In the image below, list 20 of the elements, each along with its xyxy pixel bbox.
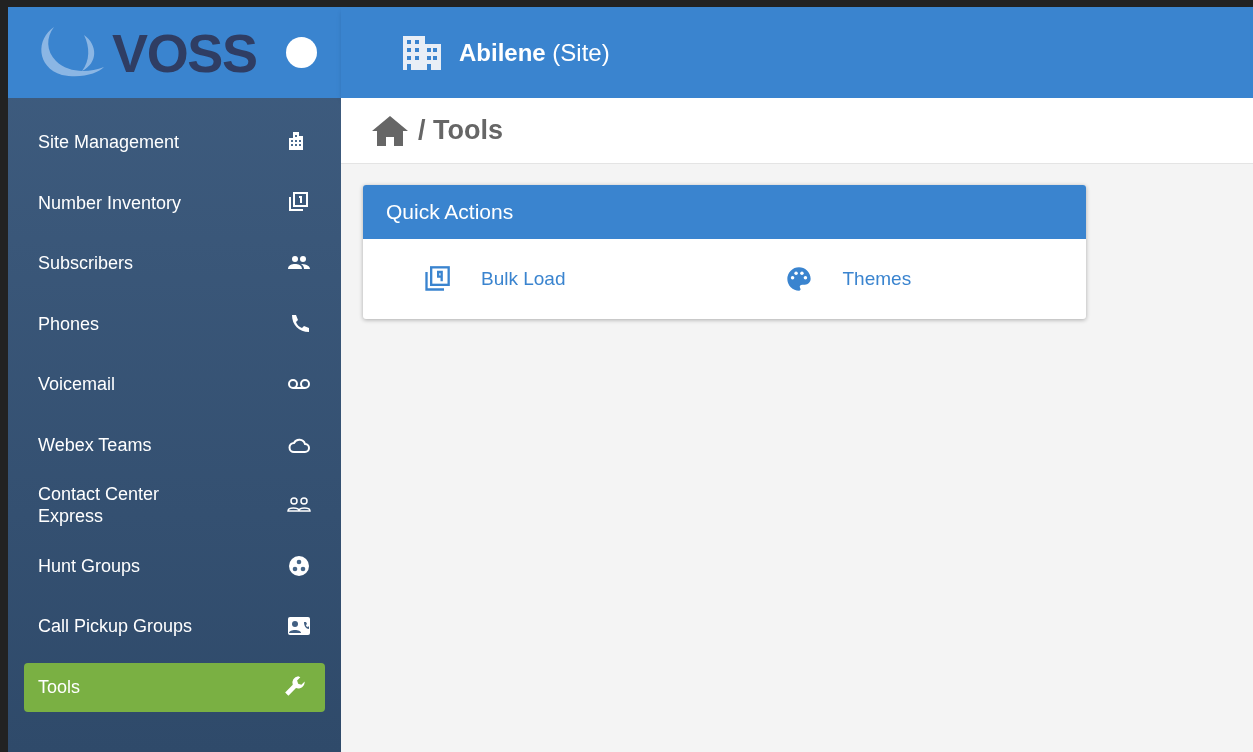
logo-text: VOSS [112, 25, 257, 80]
quick-action-link[interactable]: Themes [842, 264, 912, 294]
sidebar-item[interactable]: Call Pickup Groups [8, 596, 341, 657]
building-icon [403, 35, 441, 70]
numbered-pages-icon [423, 265, 451, 293]
breadcrumb: / Tools [418, 114, 503, 148]
sidebar-item[interactable]: Voicemail [8, 354, 341, 415]
sidebar-item[interactable]: Subscribers [8, 233, 341, 294]
palette-icon [784, 265, 813, 293]
circle-dots-icon [287, 553, 311, 578]
quick-action-link[interactable]: Bulk Load [481, 264, 566, 294]
sidebar-item[interactable]: Number Inventory [8, 172, 341, 233]
home-icon[interactable] [372, 115, 408, 146]
sidebar-item[interactable]: Site Management [8, 112, 341, 173]
sidebar-item[interactable]: Contact Center Express [8, 475, 341, 536]
sidebar-item[interactable]: Webex Teams [8, 414, 341, 475]
sidebar-item[interactable]: Hunt Groups [8, 535, 341, 596]
card-title: Quick Actions [386, 199, 514, 226]
sidebar-item[interactable]: Phones [8, 293, 341, 354]
site-title: Abilene (Site) [459, 37, 610, 68]
